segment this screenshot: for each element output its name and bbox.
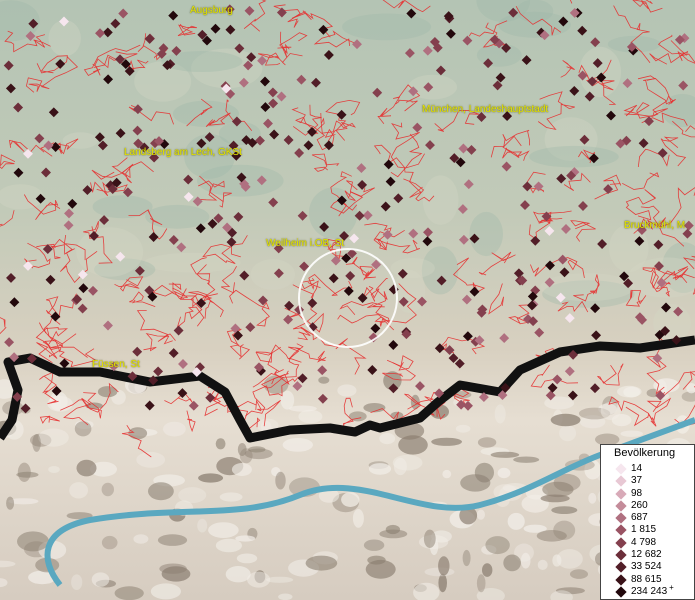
legend-swatch	[615, 475, 627, 487]
place-label-landsberg[interactable]: Landsberg am Lech, GKSt	[124, 147, 242, 158]
legend-swatch	[615, 524, 627, 537]
legend-value: 98	[631, 487, 643, 499]
population-legend: Bevölkerung 14 37 98 260 687 1 815 4 798 12 682…	[600, 444, 695, 600]
legend-swatch	[615, 586, 627, 598]
map-view[interactable]: Augsburg München, Landeshauptstadt Lands…	[0, 0, 695, 600]
legend-item: 260	[601, 500, 694, 512]
legend-swatch	[615, 500, 627, 512]
place-label-weilheim[interactable]: Weilheim i.OB, St	[266, 238, 344, 249]
legend-swatch	[615, 512, 627, 524]
legend-swatch	[615, 487, 627, 500]
legend-swatch	[615, 463, 627, 475]
legend-value: 37	[631, 475, 643, 487]
legend-value: 14	[631, 463, 643, 474]
legend-overflow-marker: +	[669, 582, 674, 592]
legend-item: 687	[601, 512, 694, 524]
legend-value: 12 682	[631, 549, 662, 561]
legend-title: Bevölkerung	[614, 447, 676, 459]
place-label-bruckmuehl[interactable]: Bruckmühl, M	[624, 220, 685, 231]
legend-item: 1 815	[601, 524, 694, 537]
legend-item: 88 615	[601, 574, 694, 586]
legend-item: 37	[601, 475, 694, 487]
place-label-fuessen[interactable]: Füssen, St	[92, 359, 140, 370]
legend-item: 98	[601, 488, 694, 500]
legend-value: 1 815	[631, 524, 657, 536]
legend-item: 33 524	[601, 561, 694, 574]
legend-value: 260	[631, 499, 648, 511]
legend-value: 88 615	[631, 573, 662, 585]
legend-value: 33 524	[631, 561, 662, 573]
legend-swatch	[615, 574, 627, 586]
legend-item: 12 682	[601, 549, 694, 561]
place-label-muenchen[interactable]: München, Landeshauptstadt	[422, 104, 548, 115]
legend-item: 14	[601, 463, 694, 475]
legend-swatch	[615, 537, 627, 549]
legend-value: 4 798	[631, 536, 657, 548]
legend-value: 687	[631, 512, 648, 524]
place-label-augsburg[interactable]: Augsburg	[190, 5, 233, 16]
legend-item: 234 243 +	[601, 582, 694, 598]
map-canvas[interactable]	[0, 0, 695, 600]
legend-list: 14 37 98 260 687 1 815 4 798 12 682 33 524 88 615…	[601, 463, 694, 598]
legend-swatch	[615, 561, 627, 574]
legend-value: 234 243 +	[631, 582, 674, 597]
legend-swatch	[615, 549, 627, 561]
legend-item: 4 798	[601, 537, 694, 549]
